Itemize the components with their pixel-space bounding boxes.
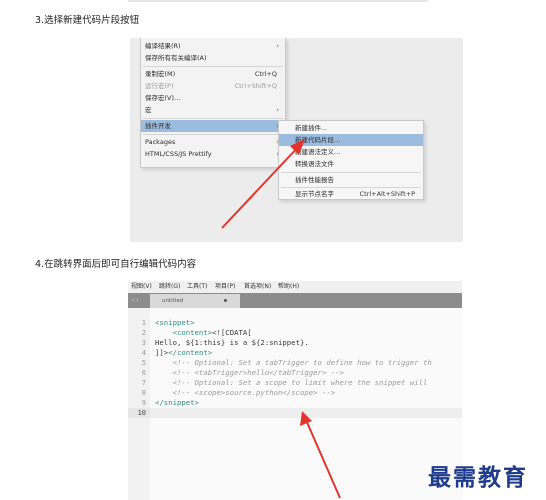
annotation-arrow-icon	[221, 139, 305, 229]
code-token: <![CDATA[	[212, 328, 252, 337]
code-line: Hello, ${1:this} is a ${2:snippet}.	[155, 338, 309, 348]
step4-label: 4.在跳转界面后即可自行编辑代码内容	[35, 259, 197, 270]
menu-screenshot: 编译结果(R) › 保存所有有关编译(A) 录制宏(M) Ctrl+Q 运行宏(…	[130, 38, 463, 242]
code-token: <!-- <scope>source.python</scope> -->	[155, 388, 336, 397]
menu-goto[interactable]: 跳转(G)	[159, 281, 180, 293]
editor-menubar: 视图(V) 跳转(G) 工具(T) 项目(P) 首选项(N) 帮助(H)	[128, 281, 462, 293]
top-divider	[128, 0, 428, 2]
code-editor[interactable]: 1 2 3 4 5 6 7 8 9 10 <snippet> <content><![CDATA[…	[128, 308, 462, 500]
line-number: 8	[141, 389, 146, 397]
menu-view[interactable]: 视图(V)	[131, 281, 152, 293]
menu-tools[interactable]: 工具(T)	[187, 281, 207, 293]
current-line-highlight	[150, 408, 462, 418]
watermark-logo: 最需教育	[428, 464, 528, 491]
code-token: <!-- Optional: Set a tabTrigger to defin…	[155, 358, 432, 367]
tab-nav-arrows-icon[interactable]: ‹ ›	[132, 293, 139, 308]
code-line: </snippet>	[155, 398, 199, 408]
code-line: <content><![CDATA[	[155, 328, 252, 338]
code-line: <!-- Optional: Set a scope to limit wher…	[155, 378, 428, 388]
line-number: 9	[141, 399, 146, 407]
tab-bar: ‹ › untitled	[128, 293, 462, 308]
line-number: 5	[141, 359, 146, 367]
code-token: <!-- Optional: Set a scope to limit wher…	[155, 378, 428, 387]
code-token: <!-- <tabTrigger>hello</tabTrigger> -->	[155, 368, 344, 377]
code-line: <snippet>	[155, 318, 195, 328]
code-token: ]]>	[155, 348, 169, 357]
line-number: 1	[141, 319, 146, 327]
code-line: <!-- <scope>source.python</scope> -->	[155, 388, 336, 398]
menu-project[interactable]: 项目(P)	[215, 281, 235, 293]
step3-label: 3.选择新建代码片段按钮	[35, 15, 140, 26]
line-number: 6	[141, 369, 146, 377]
code-token: <snippet>	[155, 318, 195, 327]
line-number: 3	[141, 339, 146, 347]
menu-help[interactable]: 帮助(H)	[278, 281, 299, 293]
code-line: ]]></content>	[155, 348, 212, 358]
line-number: 7	[141, 379, 146, 387]
line-number: 4	[141, 349, 146, 357]
line-number-gutter: 1 2 3 4 5 6 7 8 9 10	[128, 308, 150, 500]
unsaved-dot-icon	[224, 299, 227, 302]
code-token: Hello, ${1:this} is a ${2:snippet}.	[155, 338, 309, 347]
code-token: <content>	[155, 328, 213, 337]
code-line: <!-- <tabTrigger>hello</tabTrigger> -->	[155, 368, 344, 378]
line-number: 10	[128, 408, 150, 418]
code-token: </snippet>	[155, 398, 199, 407]
code-token: </content>	[168, 348, 213, 357]
tab-title: untitled	[162, 298, 184, 304]
editor-screenshot: 视图(V) 跳转(G) 工具(T) 项目(P) 首选项(N) 帮助(H) ‹ ›…	[128, 281, 462, 500]
menu-preferences[interactable]: 首选项(N)	[244, 281, 271, 293]
line-number: 2	[141, 329, 146, 337]
code-line: <!-- Optional: Set a tabTrigger to defin…	[155, 358, 432, 368]
